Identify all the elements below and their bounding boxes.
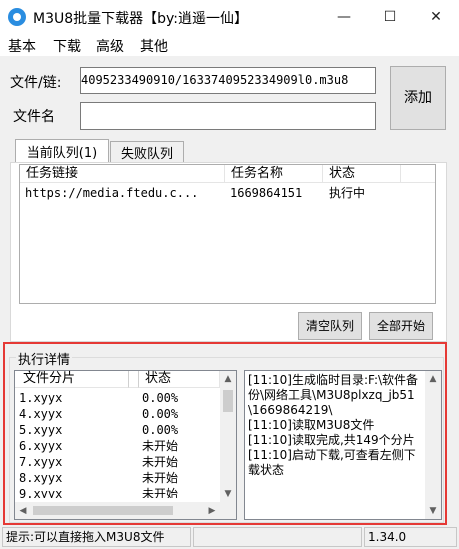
tab-failed-queue[interactable]: 失败队列 [110, 141, 184, 163]
row-link: https://media.ftedu.c... [25, 186, 199, 200]
file-name-input[interactable] [80, 102, 376, 130]
clear-queue-button[interactable]: 清空队列 [298, 312, 362, 340]
close-button[interactable]: ✕ [413, 0, 459, 33]
status-version: 1.34.0 [364, 527, 457, 547]
status-middle [193, 527, 362, 547]
status-bar: 提示:可以直接拖入M3U8文件 1.34.0 [0, 525, 459, 549]
tab-current-queue[interactable]: 当前队列(1) [15, 139, 109, 163]
col-task-link[interactable]: 任务链接 [20, 165, 225, 183]
table-row[interactable]: https://media.ftedu.c... 1669864151 执行中 [20, 184, 435, 202]
window-title: M3U8批量下载器【by:逍遥一仙】 [33, 11, 249, 27]
menu-bar: 基本 下载 高级 其他 [0, 33, 459, 56]
menu-other[interactable]: 其他 [140, 36, 168, 56]
menu-basic[interactable]: 基本 [8, 36, 36, 56]
menu-advanced[interactable]: 高级 [96, 36, 124, 56]
menu-download[interactable]: 下载 [53, 36, 81, 56]
file-name-label: 文件名 [13, 109, 55, 125]
file-link-value: 4095233490910/1633740952334909l0.m3u8 [81, 73, 349, 87]
file-link-input[interactable]: 4095233490910/1633740952334909l0.m3u8 [80, 67, 376, 94]
row-status: 执行中 [329, 186, 366, 200]
status-hint: 提示:可以直接拖入M3U8文件 [2, 527, 191, 547]
add-button[interactable]: 添加 [390, 66, 446, 130]
start-all-button[interactable]: 全部开始 [369, 312, 433, 340]
minimize-button[interactable]: — [321, 0, 367, 33]
maximize-button[interactable]: ☐ [367, 0, 413, 33]
col-filler [401, 165, 435, 183]
exec-highlight-box [3, 342, 447, 525]
title-bar: M3U8批量下载器【by:逍遥一仙】 — ☐ ✕ [0, 0, 459, 33]
file-link-label: 文件/链: [10, 75, 62, 91]
col-status[interactable]: 状态 [323, 165, 401, 183]
col-task-name[interactable]: 任务名称 [225, 165, 323, 183]
queue-list[interactable]: 任务链接 任务名称 状态 https://media.ftedu.c... 16… [19, 164, 436, 304]
app-disc-icon [8, 8, 26, 26]
row-name: 1669864151 [230, 186, 303, 200]
